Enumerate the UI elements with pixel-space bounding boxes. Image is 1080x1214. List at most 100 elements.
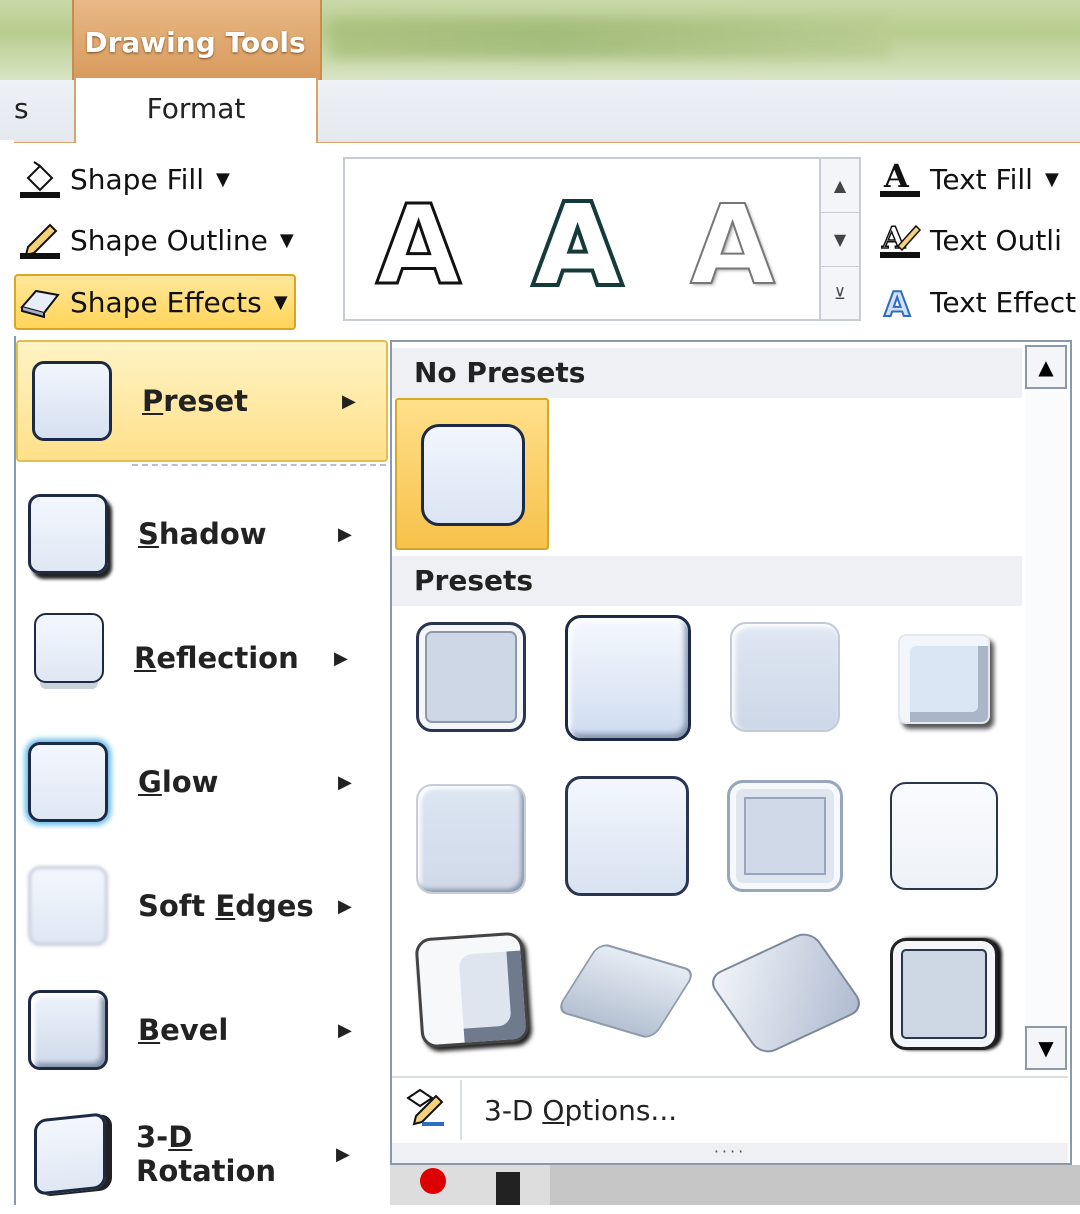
label-rest: reset xyxy=(163,384,249,418)
paint-bucket-icon xyxy=(18,159,62,199)
contextual-tab-group-label: Drawing Tools xyxy=(84,26,306,59)
text-fill-icon: A xyxy=(878,159,922,199)
label-rest: dges xyxy=(235,889,314,923)
text-outline-icon: A xyxy=(878,220,922,260)
preset-tile-3[interactable] xyxy=(730,622,840,732)
shape-effects-label: Shape Effects xyxy=(70,285,262,319)
wordart-style-1[interactable]: A xyxy=(374,189,462,302)
preset-tile-7[interactable] xyxy=(727,780,843,892)
submenu-arrow-icon: ▶ xyxy=(338,895,352,917)
submenu-arrow-icon: ▶ xyxy=(342,390,356,412)
label-pre: 3-D xyxy=(484,1094,543,1127)
preset-tile-4[interactable] xyxy=(898,634,990,724)
preset-tile-8[interactable] xyxy=(890,782,998,890)
access-key: E xyxy=(215,889,236,923)
3d-options-label: 3-D Options... xyxy=(484,1094,677,1127)
label-rest: hadow xyxy=(158,517,267,551)
menu-item-soft-edges[interactable]: Soft Edges ▶ xyxy=(14,846,390,966)
menu-separator xyxy=(132,464,386,466)
chevron-down-icon: ▼ xyxy=(279,229,294,251)
preset-tile-6[interactable] xyxy=(565,776,689,896)
submenu-scroll-track[interactable] xyxy=(1025,389,1067,1026)
submenu-arrow-icon: ▶ xyxy=(338,1019,352,1041)
pencil-icon xyxy=(18,220,62,260)
tab-format[interactable]: Format xyxy=(74,78,318,144)
svg-text:A: A xyxy=(884,285,911,322)
no-presets-header: No Presets xyxy=(392,348,1022,398)
text-outline-label: Text Outli xyxy=(930,223,1062,257)
shape-outline-button[interactable]: Shape Outline ▼ xyxy=(18,214,294,266)
access-key: D xyxy=(168,1120,193,1154)
chevron-down-icon: ▼ xyxy=(273,291,288,313)
shape-fill-button[interactable]: Shape Fill ▼ xyxy=(18,153,230,205)
label-rest: eflection xyxy=(156,641,299,675)
preset-tile-12[interactable] xyxy=(890,938,998,1050)
svg-text:A: A xyxy=(883,159,910,195)
access-key: P xyxy=(142,384,164,418)
access-key: B xyxy=(138,1013,161,1047)
menu-item-label: Shadow xyxy=(138,517,338,551)
preset-tile-2[interactable] xyxy=(565,615,691,741)
menu-item-label: Preset xyxy=(142,384,342,418)
3d-options-icon xyxy=(402,1088,450,1141)
menu-icon-separator xyxy=(460,1080,462,1140)
chevron-down-icon: ▼ xyxy=(215,168,230,190)
text-fill-button[interactable]: A Text Fill ▼ xyxy=(878,153,1059,205)
wordart-style-3[interactable]: A xyxy=(689,189,776,301)
tab-previous[interactable]: s xyxy=(14,92,29,125)
menu-item-shadow[interactable]: Shadow ▶ xyxy=(14,474,390,594)
preset-tile-5[interactable] xyxy=(416,784,526,894)
scroll-up-icon[interactable]: ▲ xyxy=(1025,345,1067,389)
menu-item-reflection[interactable]: Reflection ▶ xyxy=(14,598,390,718)
presets-header: Presets xyxy=(392,556,1022,606)
wordart-style-2[interactable]: A xyxy=(531,186,624,304)
bevel-icon xyxy=(28,990,108,1070)
label-pre: 3- xyxy=(136,1120,169,1154)
text-effects-button[interactable]: A Text Effect xyxy=(878,276,1076,328)
preset-icon xyxy=(32,361,112,441)
resize-grip[interactable]: ···· xyxy=(392,1143,1068,1163)
access-key: R xyxy=(134,641,157,675)
label-rest: low xyxy=(161,765,219,799)
shape-effects-content[interactable]: Shape Effects ▼ xyxy=(18,276,288,328)
text-effects-label: Text Effect xyxy=(930,285,1077,319)
submenu-arrow-icon: ▶ xyxy=(334,647,348,669)
menu-item-3d-rotation[interactable]: 3-D Rotation ▶ xyxy=(14,1094,390,1214)
soft-edges-icon xyxy=(28,866,108,946)
preset-tile-9[interactable] xyxy=(414,931,530,1049)
text-effects-icon: A xyxy=(878,282,922,322)
text-fill-label: Text Fill xyxy=(930,162,1033,196)
label-rest: Rotation xyxy=(136,1154,277,1188)
menu-item-bevel[interactable]: Bevel ▶ xyxy=(14,970,390,1090)
text-outline-button[interactable]: A Text Outli xyxy=(878,214,1062,266)
label-rest: evel xyxy=(160,1013,229,1047)
gallery-scroller: ▲ ▼ ⊻ xyxy=(821,157,861,321)
shape-outline-label: Shape Outline xyxy=(70,223,268,257)
menu-item-glow[interactable]: Glow ▶ xyxy=(14,722,390,842)
menu-item-label: Reflection xyxy=(134,641,334,675)
menu-item-label: Soft Edges xyxy=(138,889,338,923)
3d-rotation-icon xyxy=(34,1112,106,1196)
scroll-down-icon[interactable]: ▼ xyxy=(1025,1026,1067,1070)
no-preset-shape-icon xyxy=(421,424,525,526)
document-canvas xyxy=(550,1165,1080,1205)
menu-item-label: Bevel xyxy=(138,1013,338,1047)
label-rest: ptions... xyxy=(564,1094,678,1127)
access-key: O xyxy=(542,1094,565,1127)
access-key: S xyxy=(138,517,159,551)
menu-item-label: 3-D Rotation xyxy=(136,1120,336,1188)
gallery-more-icon[interactable]: ⊻ xyxy=(821,267,859,320)
glow-icon xyxy=(28,742,108,822)
gallery-down-icon[interactable]: ▼ xyxy=(821,213,859,267)
gallery-up-icon[interactable]: ▲ xyxy=(821,159,859,213)
preset-tile-1[interactable] xyxy=(416,622,526,732)
menu-item-label: Glow xyxy=(138,765,338,799)
access-key: G xyxy=(138,765,162,799)
submenu-arrow-icon: ▶ xyxy=(338,771,352,793)
shape-fill-label: Shape Fill xyxy=(70,162,204,196)
menu-item-preset[interactable]: Preset ▶ xyxy=(16,340,388,462)
submenu-arrow-icon: ▶ xyxy=(338,523,352,545)
submenu-arrow-icon: ▶ xyxy=(336,1143,350,1165)
reflection-icon xyxy=(34,613,104,683)
shape-effects-icon xyxy=(18,282,62,322)
